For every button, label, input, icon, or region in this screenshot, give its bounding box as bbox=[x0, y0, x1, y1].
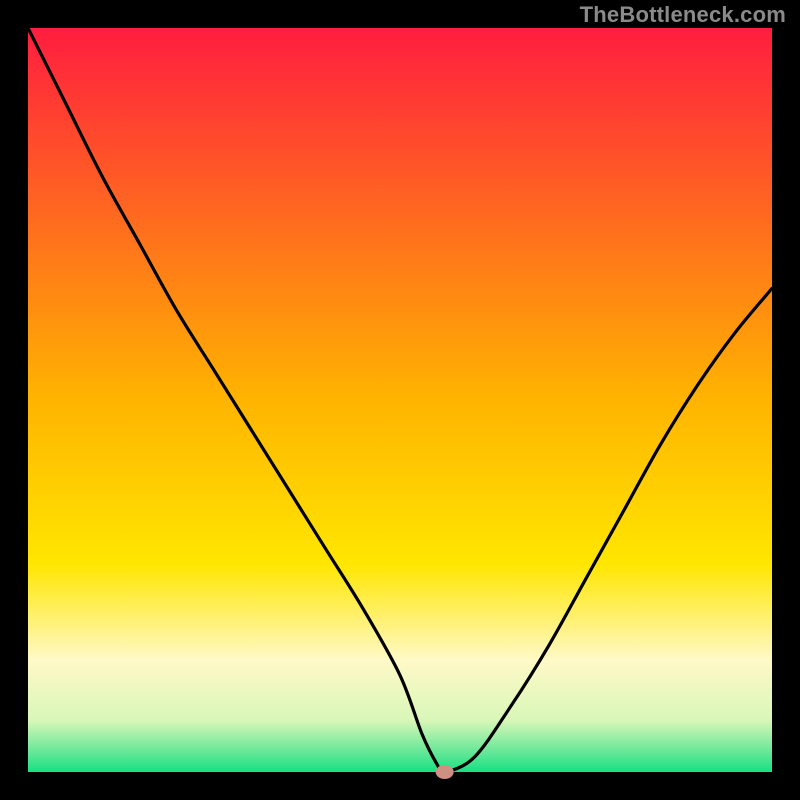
watermark-text: TheBottleneck.com bbox=[580, 2, 786, 28]
plot-background bbox=[28, 28, 772, 772]
bottleneck-chart bbox=[0, 0, 800, 800]
chart-container: TheBottleneck.com bbox=[0, 0, 800, 800]
optimal-point-marker bbox=[436, 765, 454, 779]
